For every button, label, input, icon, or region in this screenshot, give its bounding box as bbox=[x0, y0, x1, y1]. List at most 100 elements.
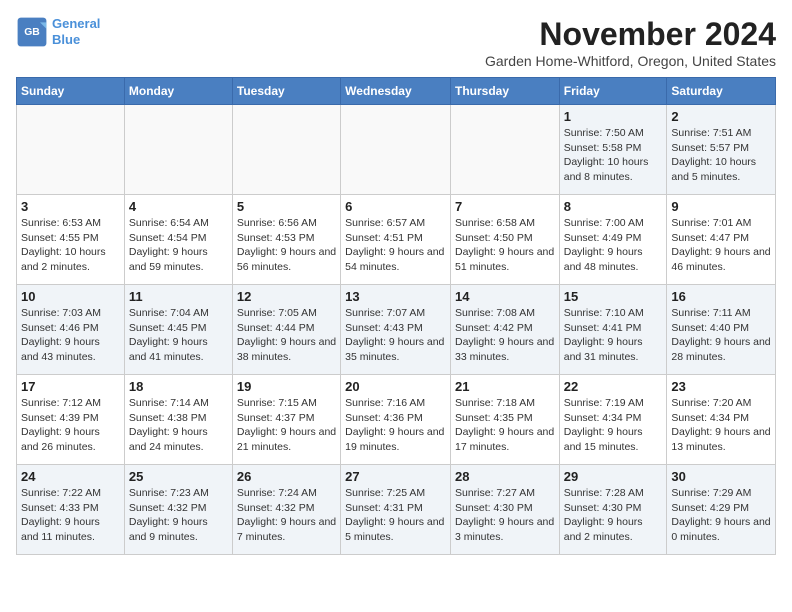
day-info: Sunrise: 7:00 AM Sunset: 4:49 PM Dayligh… bbox=[564, 216, 663, 275]
day-info: Sunrise: 7:25 AM Sunset: 4:31 PM Dayligh… bbox=[345, 486, 446, 545]
day-number: 26 bbox=[237, 469, 336, 484]
day-info: Sunrise: 7:51 AM Sunset: 5:57 PM Dayligh… bbox=[671, 126, 771, 185]
day-info: Sunrise: 7:15 AM Sunset: 4:37 PM Dayligh… bbox=[237, 396, 336, 455]
day-info: Sunrise: 7:14 AM Sunset: 4:38 PM Dayligh… bbox=[129, 396, 228, 455]
day-info: Sunrise: 7:28 AM Sunset: 4:30 PM Dayligh… bbox=[564, 486, 663, 545]
day-info: Sunrise: 7:24 AM Sunset: 4:32 PM Dayligh… bbox=[237, 486, 336, 545]
day-number: 18 bbox=[129, 379, 228, 394]
day-info: Sunrise: 6:54 AM Sunset: 4:54 PM Dayligh… bbox=[129, 216, 228, 275]
logo: GB General Blue bbox=[16, 16, 100, 48]
day-number: 21 bbox=[455, 379, 555, 394]
weekday-header-monday: Monday bbox=[124, 78, 232, 105]
calendar-cell: 16 Sunrise: 7:11 AM Sunset: 4:40 PM Dayli… bbox=[667, 285, 776, 375]
day-number: 27 bbox=[345, 469, 446, 484]
calendar-cell: 8 Sunrise: 7:00 AM Sunset: 4:49 PM Daylig… bbox=[559, 195, 667, 285]
calendar-cell: 23 Sunrise: 7:20 AM Sunset: 4:34 PM Dayli… bbox=[667, 375, 776, 465]
day-number: 22 bbox=[564, 379, 663, 394]
svg-text:GB: GB bbox=[24, 27, 40, 38]
day-info: Sunrise: 7:04 AM Sunset: 4:45 PM Dayligh… bbox=[129, 306, 228, 365]
day-info: Sunrise: 7:27 AM Sunset: 4:30 PM Dayligh… bbox=[455, 486, 555, 545]
day-number: 14 bbox=[455, 289, 555, 304]
calendar-cell: 30 Sunrise: 7:29 AM Sunset: 4:29 PM Dayli… bbox=[667, 465, 776, 555]
calendar-cell: 3 Sunrise: 6:53 AM Sunset: 4:55 PM Daylig… bbox=[17, 195, 125, 285]
day-info: Sunrise: 7:16 AM Sunset: 4:36 PM Dayligh… bbox=[345, 396, 446, 455]
calendar-cell: 10 Sunrise: 7:03 AM Sunset: 4:46 PM Dayli… bbox=[17, 285, 125, 375]
day-number: 15 bbox=[564, 289, 663, 304]
day-info: Sunrise: 6:58 AM Sunset: 4:50 PM Dayligh… bbox=[455, 216, 555, 275]
calendar-cell: 11 Sunrise: 7:04 AM Sunset: 4:45 PM Dayli… bbox=[124, 285, 232, 375]
calendar-cell: 22 Sunrise: 7:19 AM Sunset: 4:34 PM Dayli… bbox=[559, 375, 667, 465]
day-info: Sunrise: 7:18 AM Sunset: 4:35 PM Dayligh… bbox=[455, 396, 555, 455]
day-info: Sunrise: 6:56 AM Sunset: 4:53 PM Dayligh… bbox=[237, 216, 336, 275]
day-number: 9 bbox=[671, 199, 771, 214]
calendar-cell: 15 Sunrise: 7:10 AM Sunset: 4:41 PM Dayli… bbox=[559, 285, 667, 375]
calendar-cell bbox=[232, 105, 340, 195]
calendar-cell: 18 Sunrise: 7:14 AM Sunset: 4:38 PM Dayli… bbox=[124, 375, 232, 465]
day-number: 11 bbox=[129, 289, 228, 304]
day-info: Sunrise: 7:22 AM Sunset: 4:33 PM Dayligh… bbox=[21, 486, 120, 545]
weekday-header-friday: Friday bbox=[559, 78, 667, 105]
day-number: 28 bbox=[455, 469, 555, 484]
day-info: Sunrise: 7:23 AM Sunset: 4:32 PM Dayligh… bbox=[129, 486, 228, 545]
calendar-cell bbox=[17, 105, 125, 195]
logo-text: General Blue bbox=[52, 16, 100, 47]
day-number: 8 bbox=[564, 199, 663, 214]
calendar-cell: 26 Sunrise: 7:24 AM Sunset: 4:32 PM Dayli… bbox=[232, 465, 340, 555]
calendar-cell bbox=[450, 105, 559, 195]
weekday-header-sunday: Sunday bbox=[17, 78, 125, 105]
calendar-cell: 14 Sunrise: 7:08 AM Sunset: 4:42 PM Dayli… bbox=[450, 285, 559, 375]
calendar-cell: 1 Sunrise: 7:50 AM Sunset: 5:58 PM Daylig… bbox=[559, 105, 667, 195]
day-number: 16 bbox=[671, 289, 771, 304]
day-number: 24 bbox=[21, 469, 120, 484]
day-info: Sunrise: 7:03 AM Sunset: 4:46 PM Dayligh… bbox=[21, 306, 120, 365]
calendar-cell: 12 Sunrise: 7:05 AM Sunset: 4:44 PM Dayli… bbox=[232, 285, 340, 375]
calendar-table: SundayMondayTuesdayWednesdayThursdayFrid… bbox=[16, 77, 776, 555]
weekday-header-tuesday: Tuesday bbox=[232, 78, 340, 105]
day-number: 29 bbox=[564, 469, 663, 484]
calendar-cell: 20Sunrise: 7:16 AM Sunset: 4:36 PM Dayli… bbox=[341, 375, 451, 465]
calendar-cell bbox=[124, 105, 232, 195]
calendar-cell: 9Sunrise: 7:01 AM Sunset: 4:47 PM Daylig… bbox=[667, 195, 776, 285]
day-number: 19 bbox=[237, 379, 336, 394]
day-number: 6 bbox=[345, 199, 446, 214]
calendar-cell: 2Sunrise: 7:51 AM Sunset: 5:57 PM Daylig… bbox=[667, 105, 776, 195]
calendar-cell: 19 Sunrise: 7:15 AM Sunset: 4:37 PM Dayli… bbox=[232, 375, 340, 465]
calendar-cell: 25 Sunrise: 7:23 AM Sunset: 4:32 PM Dayli… bbox=[124, 465, 232, 555]
weekday-header-saturday: Saturday bbox=[667, 78, 776, 105]
day-number: 12 bbox=[237, 289, 336, 304]
calendar-cell: 7Sunrise: 6:58 AM Sunset: 4:50 PM Daylig… bbox=[450, 195, 559, 285]
calendar-cell bbox=[341, 105, 451, 195]
day-number: 25 bbox=[129, 469, 228, 484]
calendar-cell: 4Sunrise: 6:54 AM Sunset: 4:54 PM Daylig… bbox=[124, 195, 232, 285]
day-info: Sunrise: 6:57 AM Sunset: 4:51 PM Dayligh… bbox=[345, 216, 446, 275]
calendar-cell: 13Sunrise: 7:07 AM Sunset: 4:43 PM Dayli… bbox=[341, 285, 451, 375]
calendar-cell: 28 Sunrise: 7:27 AM Sunset: 4:30 PM Dayli… bbox=[450, 465, 559, 555]
day-info: Sunrise: 7:07 AM Sunset: 4:43 PM Dayligh… bbox=[345, 306, 446, 365]
weekday-header-wednesday: Wednesday bbox=[341, 78, 451, 105]
calendar-cell: 6 Sunrise: 6:57 AM Sunset: 4:51 PM Daylig… bbox=[341, 195, 451, 285]
day-info: Sunrise: 7:08 AM Sunset: 4:42 PM Dayligh… bbox=[455, 306, 555, 365]
day-info: Sunrise: 6:53 AM Sunset: 4:55 PM Dayligh… bbox=[21, 216, 120, 275]
day-info: Sunrise: 7:11 AM Sunset: 4:40 PM Dayligh… bbox=[671, 306, 771, 365]
day-number: 1 bbox=[564, 109, 663, 124]
calendar-cell: 21 Sunrise: 7:18 AM Sunset: 4:35 PM Dayli… bbox=[450, 375, 559, 465]
day-info: Sunrise: 7:10 AM Sunset: 4:41 PM Dayligh… bbox=[564, 306, 663, 365]
day-info: Sunrise: 7:20 AM Sunset: 4:34 PM Dayligh… bbox=[671, 396, 771, 455]
calendar-cell: 17Sunrise: 7:12 AM Sunset: 4:39 PM Dayli… bbox=[17, 375, 125, 465]
weekday-header-thursday: Thursday bbox=[450, 78, 559, 105]
day-info: Sunrise: 7:50 AM Sunset: 5:58 PM Dayligh… bbox=[564, 126, 663, 185]
title-area: November 2024 Garden Home-Whitford, Oreg… bbox=[485, 16, 776, 69]
day-info: Sunrise: 7:29 AM Sunset: 4:29 PM Dayligh… bbox=[671, 486, 771, 545]
logo-line1: General bbox=[52, 16, 100, 31]
day-number: 10 bbox=[21, 289, 120, 304]
day-number: 17 bbox=[21, 379, 120, 394]
day-number: 23 bbox=[671, 379, 771, 394]
calendar-cell: 27 Sunrise: 7:25 AM Sunset: 4:31 PM Dayli… bbox=[341, 465, 451, 555]
day-number: 3 bbox=[21, 199, 120, 214]
location-subtitle: Garden Home-Whitford, Oregon, United Sta… bbox=[485, 53, 776, 69]
calendar-cell: 24 Sunrise: 7:22 AM Sunset: 4:33 PM Dayli… bbox=[17, 465, 125, 555]
day-info: Sunrise: 7:19 AM Sunset: 4:34 PM Dayligh… bbox=[564, 396, 663, 455]
day-info: Sunrise: 7:05 AM Sunset: 4:44 PM Dayligh… bbox=[237, 306, 336, 365]
day-number: 30 bbox=[671, 469, 771, 484]
day-number: 5 bbox=[237, 199, 336, 214]
